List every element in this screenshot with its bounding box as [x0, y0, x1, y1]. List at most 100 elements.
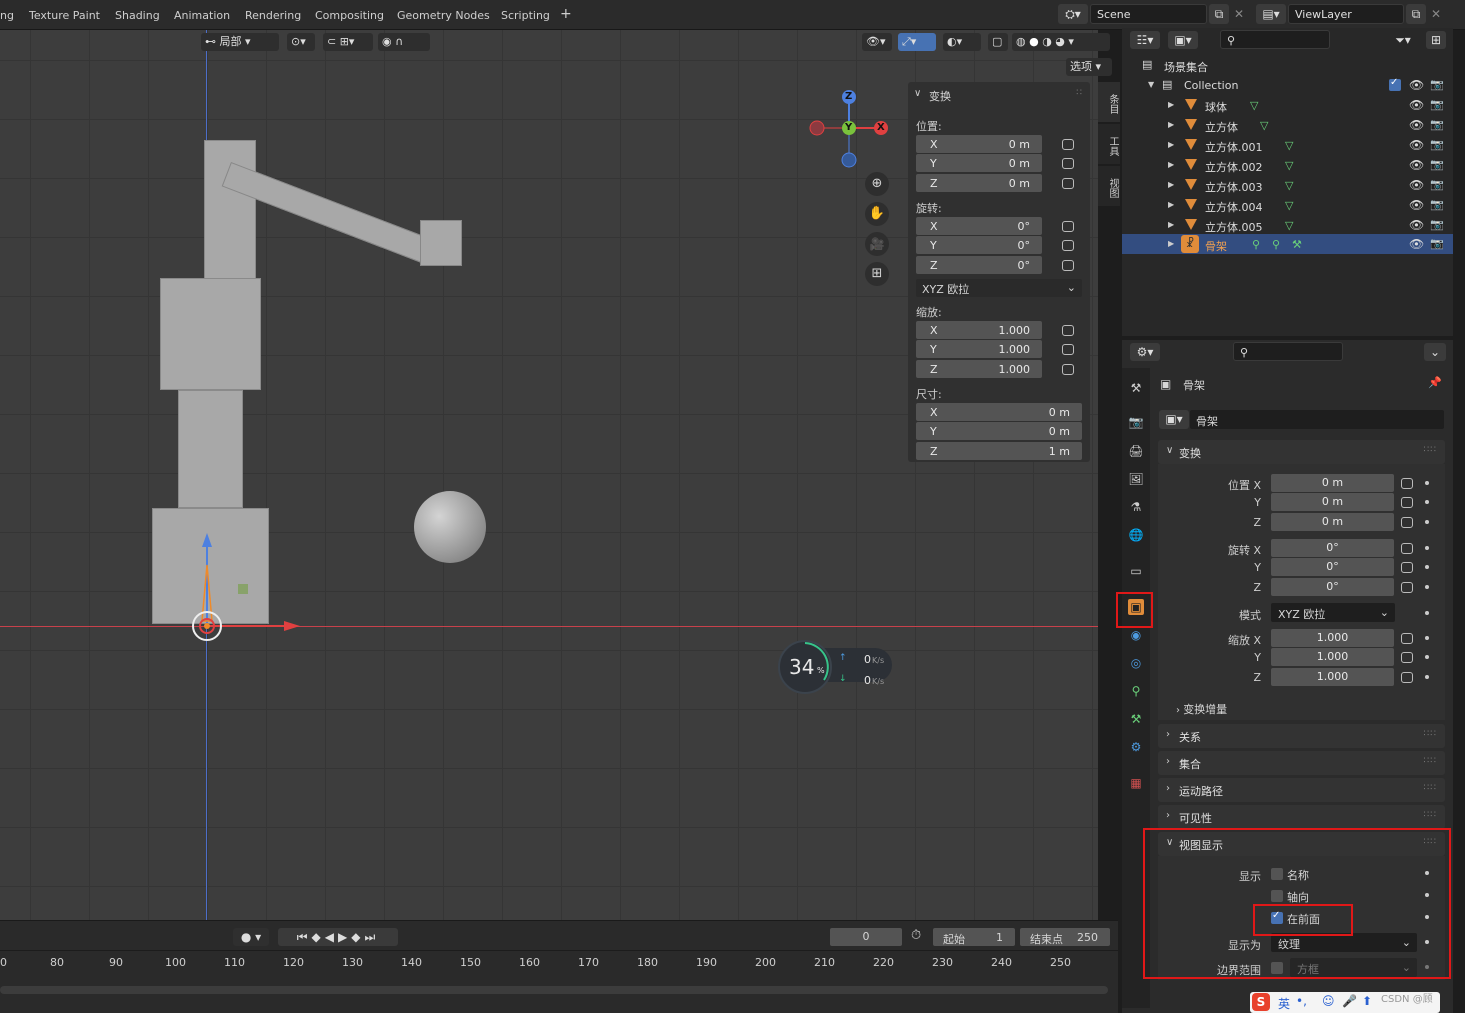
viewport-options-button[interactable]: 选项 ▾	[1066, 58, 1112, 76]
armature-data-icon[interactable]: ⚲	[1272, 238, 1280, 251]
camera-icon[interactable]: 📷	[1430, 118, 1444, 131]
upload-icon[interactable]: ⬆	[1362, 994, 1372, 1008]
sphere-mesh[interactable]	[414, 491, 486, 563]
drag-handle-icon[interactable]: ∷∷	[1424, 445, 1437, 455]
drag-handle-icon[interactable]: ∷∷	[1424, 783, 1437, 793]
scale-x-field[interactable]: X 1.000	[916, 321, 1042, 339]
add-workspace-button[interactable]: +	[560, 6, 572, 22]
prop-location-y-field[interactable]: 0 m	[1271, 493, 1394, 511]
lock-icon[interactable]	[1062, 178, 1074, 189]
rotation-z-field[interactable]: Z 0°	[916, 256, 1042, 274]
lock-icon[interactable]	[1401, 543, 1413, 554]
prop-rotation-z-field[interactable]: 0°	[1271, 578, 1394, 596]
mesh-data-icon[interactable]: ▽	[1285, 219, 1293, 232]
drag-handle-icon[interactable]: ∷	[1076, 88, 1082, 98]
pan-hand-icon[interactable]: ✋	[865, 202, 889, 226]
prop-rotation-y-field[interactable]: 0°	[1271, 558, 1394, 576]
pose-icon[interactable]: ⚲	[1252, 238, 1260, 251]
outliner-item-cube-003[interactable]: ▶ 立方体.003 ▽ 👁 📷	[1122, 175, 1453, 195]
camera-icon[interactable]: 📷	[1430, 158, 1444, 171]
new-scene-icon[interactable]: ⧉	[1209, 4, 1229, 24]
outliner-collection[interactable]: ▼ ▤ Collection 👁 📷	[1122, 75, 1453, 95]
overlays-toggle[interactable]: ◐▾	[943, 33, 981, 51]
sidebar-tab-view[interactable]: 视图	[1098, 166, 1120, 206]
expand-triangle-icon[interactable]: ▶	[1168, 200, 1174, 209]
workspace-tab-partial[interactable]: ng	[0, 9, 14, 22]
arm-shoulder-block[interactable]	[160, 278, 261, 390]
lock-icon[interactable]	[1062, 221, 1074, 232]
prop-scale-y-field[interactable]: 1.000	[1271, 648, 1394, 666]
mesh-data-icon[interactable]: ▽	[1285, 139, 1293, 152]
scene-tab-icon[interactable]: ⚗	[1128, 499, 1144, 515]
shading-mode-buttons[interactable]: ◍ ● ◑ ◕ ▾	[1012, 33, 1110, 51]
armature-bone-gizmo[interactable]	[180, 525, 310, 650]
location-z-field[interactable]: Z0 m	[916, 174, 1042, 192]
filter-view-icon[interactable]: ▣▾	[1168, 31, 1198, 49]
gizmo-toggle[interactable]: ⤢▾	[898, 33, 936, 51]
proportional-edit-toggle[interactable]: ◉ ∩	[378, 33, 430, 51]
expand-triangle-icon[interactable]: ▶	[1168, 100, 1174, 109]
workspace-tab-compositing[interactable]: Compositing	[315, 9, 384, 22]
keyframe-dot-icon[interactable]	[1425, 675, 1429, 679]
bone-tab-icon[interactable]: ⚒	[1128, 711, 1144, 727]
scene-name-field[interactable]: Scene	[1090, 4, 1207, 24]
location-x-field[interactable]: X0 m	[916, 135, 1042, 153]
zoom-icon[interactable]: ⊕	[865, 172, 889, 196]
location-y-field[interactable]: Y0 m	[916, 154, 1042, 172]
collections-panel-header[interactable]: › 集合 ∷∷	[1158, 751, 1445, 775]
lock-icon[interactable]	[1062, 240, 1074, 251]
emoji-icon[interactable]: ☺	[1322, 994, 1335, 1008]
workspace-tab-scripting[interactable]: Scripting	[501, 9, 550, 22]
lock-icon[interactable]	[1401, 562, 1413, 573]
lock-icon[interactable]	[1401, 497, 1413, 508]
prop-location-x-field[interactable]: 0 m	[1271, 474, 1394, 492]
visibility-panel-header[interactable]: › 可见性 ∷∷	[1158, 805, 1445, 829]
camera-icon[interactable]: 📷	[1430, 98, 1444, 111]
keyframe-dot-icon[interactable]	[1425, 481, 1429, 485]
eye-icon[interactable]: 👁	[1409, 218, 1424, 232]
dimension-x-field[interactable]: X0 m	[916, 403, 1082, 421]
chevron-down-icon[interactable]: ⌄	[1424, 343, 1446, 361]
camera-icon[interactable]: 📷	[1430, 198, 1444, 211]
transform-panel-header[interactable]: ∨ 变换 ∷∷	[1158, 440, 1445, 464]
mesh-data-icon[interactable]: ▽	[1285, 179, 1293, 192]
mesh-data-icon[interactable]: ▽	[1250, 99, 1258, 112]
eye-icon[interactable]: 👁	[1409, 78, 1424, 92]
eye-icon[interactable]: 👁	[1409, 178, 1424, 192]
xray-toggle[interactable]: ▢	[988, 33, 1008, 51]
outliner-item-cube-004[interactable]: ▶ 立方体.004 ▽ 👁 📷	[1122, 195, 1453, 215]
outliner-item-cube-001[interactable]: ▶ 立方体.001 ▽ 👁 📷	[1122, 135, 1453, 155]
snap-toggle[interactable]: ⊂ ⊞▾	[323, 33, 373, 51]
keyframe-dot-icon[interactable]	[1425, 500, 1429, 504]
output-tab-icon[interactable]: 🖨	[1128, 443, 1144, 459]
workspace-tab-shading[interactable]: Shading	[115, 9, 160, 22]
outliner-item-cube-005[interactable]: ▶ 立方体.005 ▽ 👁 📷	[1122, 215, 1453, 235]
view-layer-tab-icon[interactable]: 🖼	[1128, 471, 1144, 487]
eye-icon[interactable]: 👁	[1409, 198, 1424, 212]
new-view-layer-icon[interactable]: ⧉	[1406, 4, 1426, 24]
modifier-tab-icon[interactable]: ◉	[1128, 627, 1144, 643]
keyframe-dot-icon[interactable]	[1425, 636, 1429, 640]
workspace-tab-animation[interactable]: Animation	[174, 9, 230, 22]
world-tab-icon[interactable]: 🌐	[1128, 527, 1144, 543]
drag-handle-icon[interactable]: ∷∷	[1424, 756, 1437, 766]
view-layer-selector-icon[interactable]: ▤▾	[1256, 4, 1286, 24]
expand-triangle-icon[interactable]: ▶	[1168, 120, 1174, 129]
eye-icon[interactable]: 👁	[1409, 138, 1424, 152]
eye-icon[interactable]: 👁	[1409, 158, 1424, 172]
current-frame-field[interactable]: 0	[830, 928, 902, 946]
keyframe-dot-icon[interactable]	[1425, 611, 1429, 615]
lock-icon[interactable]	[1401, 582, 1413, 593]
workspace-tab-texture-paint[interactable]: Texture Paint	[29, 9, 100, 22]
keyframe-dot-icon[interactable]	[1425, 585, 1429, 589]
armature-data-tab-icon[interactable]: ⚲	[1128, 683, 1144, 699]
expand-triangle-icon[interactable]: ▼	[1148, 80, 1154, 89]
start-frame-field[interactable]: 起始 1	[933, 928, 1015, 946]
camera-icon[interactable]: 📷	[1430, 218, 1444, 231]
arm-upper-column[interactable]	[204, 140, 256, 280]
render-tab-icon[interactable]: 📷	[1128, 414, 1144, 430]
prop-scale-z-field[interactable]: 1.000	[1271, 668, 1394, 686]
timeline-scrollbar[interactable]	[0, 986, 1108, 994]
visibility-dropdown[interactable]: 👁▾	[862, 33, 892, 51]
delta-transform-subpanel[interactable]: › 变换增量	[1176, 701, 1227, 717]
